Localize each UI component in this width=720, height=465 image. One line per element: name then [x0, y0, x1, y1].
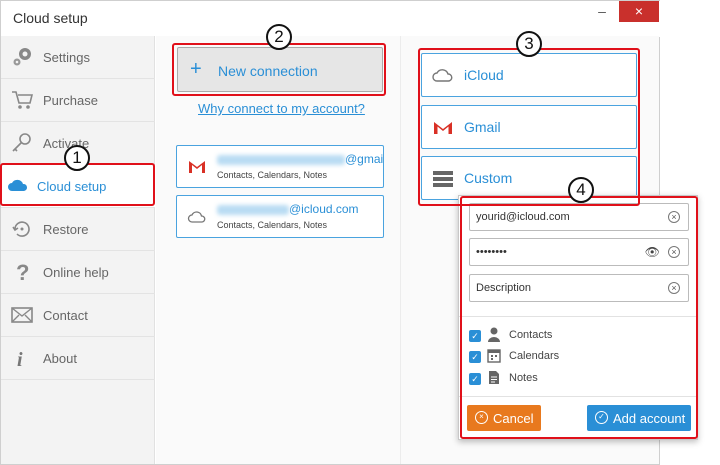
sidebar: Settings Purchase Activate Cloud setup R… — [1, 36, 155, 464]
cart-icon — [12, 91, 33, 109]
cloud-outline-icon — [187, 211, 206, 223]
restore-icon — [12, 221, 30, 237]
svg-text:i: i — [17, 349, 23, 369]
sidebar-item-label: About — [43, 351, 77, 366]
close-button[interactable]: × — [619, 1, 659, 22]
sidebar-item-about[interactable]: i About — [1, 337, 155, 380]
account-email: @gmai — [217, 152, 383, 166]
question-icon: ? — [16, 261, 29, 283]
callout-badge-4: 4 — [568, 177, 594, 203]
sidebar-item-restore[interactable]: Restore — [1, 208, 155, 251]
title-bar: Cloud setup – × — [1, 1, 661, 37]
info-icon: i — [17, 349, 23, 369]
why-connect-link[interactable]: Why connect to my account? — [198, 101, 365, 116]
minimize-button[interactable]: – — [591, 3, 613, 21]
redacted-email — [217, 154, 345, 165]
account-detail: Contacts, Calendars, Notes — [217, 220, 328, 230]
highlight-box-4 — [460, 196, 698, 439]
account-card-gmail[interactable]: @gmai Contacts, Calendars, Notes — [176, 145, 384, 188]
svg-text:?: ? — [16, 261, 29, 283]
sidebar-item-settings[interactable]: Settings — [1, 36, 155, 79]
highlight-box-3 — [418, 48, 640, 206]
callout-badge-1: 1 — [64, 145, 90, 171]
callout-badge-2: 2 — [266, 24, 292, 50]
sidebar-item-label: Settings — [43, 50, 90, 65]
highlight-box-2 — [172, 43, 386, 96]
sidebar-item-purchase[interactable]: Purchase — [1, 79, 155, 122]
window-title: Cloud setup — [13, 10, 88, 26]
sidebar-item-label: Contact — [43, 308, 88, 323]
sidebar-item-label: Purchase — [43, 93, 98, 108]
account-detail: Contacts, Calendars, Notes — [217, 170, 328, 180]
sidebar-item-label: Online help — [43, 265, 109, 280]
account-email: @icloud.com — [217, 202, 359, 216]
sidebar-item-contact[interactable]: Contact — [1, 294, 155, 337]
callout-badge-3: 3 — [516, 31, 542, 57]
account-card-icloud[interactable]: @icloud.com Contacts, Calendars, Notes — [176, 195, 384, 238]
gears-icon — [13, 48, 31, 66]
sidebar-item-label: Restore — [43, 222, 89, 237]
key-icon — [12, 133, 31, 152]
gmail-icon — [189, 161, 205, 173]
sidebar-item-online-help[interactable]: ? Online help — [1, 251, 155, 294]
redacted-email — [217, 204, 289, 215]
envelope-icon — [11, 307, 33, 323]
